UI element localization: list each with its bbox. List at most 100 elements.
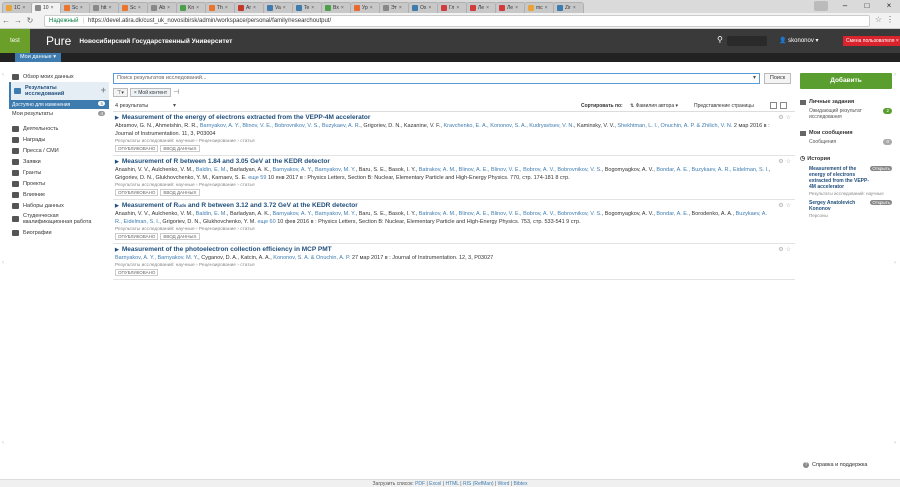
open-button[interactable]: Открыть: [870, 166, 892, 171]
browser-tab[interactable]: htt ×: [89, 2, 120, 13]
browser-tab[interactable]: Bx ×: [321, 2, 352, 13]
export-pdf-link[interactable]: PDF: [415, 481, 425, 487]
gear-icon[interactable]: ⚙: [778, 203, 785, 209]
tab-close-icon[interactable]: ×: [283, 5, 286, 11]
tab-close-icon[interactable]: ×: [80, 5, 83, 11]
grid-view-icon[interactable]: [780, 102, 787, 109]
export-html-link[interactable]: HTML: [445, 481, 458, 487]
research-search-input[interactable]: Поиск результатов исследований... ▾: [113, 73, 760, 84]
browser-profile-button[interactable]: [814, 1, 828, 11]
tab-close-icon[interactable]: ×: [311, 5, 314, 11]
list-view-icon[interactable]: [770, 102, 777, 109]
left-arrow-icon[interactable]: ‹: [2, 440, 4, 446]
sidebar-item-datasets[interactable]: Наборы данных: [9, 200, 109, 211]
tab-close-icon[interactable]: ×: [167, 5, 170, 11]
result-title[interactable]: ▶ Measurement of the photoelectron collec…: [115, 246, 771, 253]
tab-close-icon[interactable]: ×: [22, 5, 25, 11]
favorite-star-icon[interactable]: ☆: [786, 159, 793, 165]
author-link[interactable]: Kononov, S. A. & Onuchin, A. P.: [273, 255, 350, 261]
bookmark-star-icon[interactable]: ☆: [875, 15, 882, 24]
browser-tab[interactable]: Гл ×: [437, 2, 468, 13]
tab-close-icon[interactable]: ×: [341, 5, 344, 11]
address-bar[interactable]: Надежный | https://devel.atira.dk/cust_u…: [44, 15, 870, 27]
header-search-input[interactable]: [727, 36, 767, 46]
add-new-button[interactable]: Добавить: [800, 73, 892, 89]
author-link[interactable]: еще 59: [248, 175, 266, 181]
sidebar-item-impact[interactable]: Влияние: [9, 189, 109, 200]
minimize-button[interactable]: –: [834, 0, 856, 13]
search-button[interactable]: Поиск: [764, 73, 791, 84]
export-ris-link[interactable]: RIS (RefMan): [463, 481, 494, 487]
sidebar-item-overview[interactable]: Обзор моих данных: [9, 71, 109, 82]
sidebar-item-projects[interactable]: Проекты: [9, 178, 109, 189]
my-content-filter-chip[interactable]: × Мой контент: [129, 87, 172, 97]
browser-tab[interactable]: Эт ×: [379, 2, 410, 13]
tab-close-icon[interactable]: ×: [428, 5, 431, 11]
browser-tab[interactable]: Ох ×: [408, 2, 439, 13]
sidebar-item-applications[interactable]: Заявки: [9, 156, 109, 167]
expand-icon[interactable]: ▶: [115, 203, 119, 209]
sidebar-item-my-results[interactable]: Мои результаты 4: [9, 109, 109, 119]
task-row[interactable]: Ожидающий результат исследования 2: [800, 108, 892, 120]
browser-tab[interactable]: Te ×: [292, 2, 323, 13]
browser-menu-icon[interactable]: ⋮: [886, 15, 894, 24]
help-support-link[interactable]: ? Справка и поддержка: [803, 462, 867, 468]
browser-tab[interactable]: Kn ×: [176, 2, 207, 13]
author-link[interactable]: Bondar, A. E.: [656, 211, 688, 217]
result-title[interactable]: ▶ Measurement of the energy of electrons …: [115, 114, 771, 121]
search-icon[interactable]: ⚲: [717, 35, 723, 44]
result-title[interactable]: ▶ Measurement of Ruds and R between 3.12 …: [115, 202, 771, 209]
tab-close-icon[interactable]: ×: [399, 5, 402, 11]
right-arrow-icon[interactable]: ›: [894, 72, 896, 78]
tab-close-icon[interactable]: ×: [545, 5, 548, 11]
export-word-link[interactable]: Word: [498, 481, 510, 487]
tab-close-icon[interactable]: ×: [109, 5, 112, 11]
sidebar-item-research-output[interactable]: Результаты исследований +: [9, 82, 109, 100]
author-link[interactable]: Shekhtman, L. I., Onuchin, A. P. & Zhili…: [617, 123, 732, 129]
sidebar-item-activities[interactable]: Деятельность: [9, 123, 109, 134]
sidebar-item-student-theses[interactable]: Студенческая квалификационная работа: [9, 211, 109, 227]
author-link[interactable]: Barnyakov, A. Y., Barnyakov, M. Y.: [115, 255, 198, 261]
add-research-icon[interactable]: +: [101, 85, 106, 95]
author-link[interactable]: Barnyakov, A. Y., Blinov, V. E., Bobrovn…: [200, 123, 360, 129]
author-link[interactable]: Baldin, E. M.: [196, 211, 227, 217]
filter-button[interactable]: ⊤▾: [113, 87, 128, 97]
tab-close-icon[interactable]: ×: [253, 5, 256, 11]
author-link[interactable]: еще 60: [257, 219, 275, 225]
browser-tab[interactable]: Ar ×: [234, 2, 265, 13]
browser-tab[interactable]: Va ×: [263, 2, 294, 13]
gear-icon[interactable]: ⚙: [778, 247, 785, 253]
right-arrow-icon[interactable]: ›: [894, 440, 896, 446]
author-link[interactable]: Baldin, E. M.: [196, 167, 227, 173]
expand-icon[interactable]: ▶: [115, 247, 119, 253]
tab-close-icon[interactable]: ×: [51, 5, 54, 11]
tab-close-icon[interactable]: ×: [196, 5, 199, 11]
browser-tab[interactable]: 10 ×: [31, 2, 62, 13]
browser-tab[interactable]: 1C ×: [2, 2, 33, 13]
forward-icon[interactable]: →: [12, 16, 24, 25]
author-link[interactable]: Batrakov, A. M., Blinov, A. E., Blinov, …: [419, 211, 602, 217]
browser-tab[interactable]: Zir ×: [553, 2, 584, 13]
sidebar-item-grants[interactable]: Гранты: [9, 167, 109, 178]
history-item[interactable]: Measurement of the energy of electrons e…: [800, 166, 892, 196]
browser-tab[interactable]: Th ×: [205, 2, 236, 13]
change-user-button[interactable]: Смена пользователя ×: [843, 36, 900, 46]
sort-dropdown[interactable]: ⇅ Фамилия автора ▾: [630, 103, 678, 109]
tab-close-icon[interactable]: ×: [138, 5, 141, 11]
user-menu[interactable]: 👤 skononov ▾: [779, 37, 819, 44]
open-button[interactable]: Открыть: [870, 200, 892, 205]
close-window-button[interactable]: ×: [878, 0, 900, 13]
browser-tab[interactable]: Ab ×: [147, 2, 178, 13]
author-link[interactable]: Barnyakov, A. Y., Barnyakov, M. Y.: [272, 167, 355, 173]
author-link[interactable]: Kravchenko, E. A., Kononov, S. A., Kudry…: [443, 123, 573, 129]
tab-close-icon[interactable]: ×: [515, 5, 518, 11]
browser-tab[interactable]: Ле ×: [495, 2, 526, 13]
messages-row[interactable]: Сообщения 0: [800, 139, 892, 145]
chevron-down-icon[interactable]: ▾: [753, 74, 756, 83]
reload-icon[interactable]: ↻: [24, 16, 36, 25]
gear-icon[interactable]: ⚙: [778, 115, 785, 121]
tab-close-icon[interactable]: ×: [573, 5, 576, 11]
sidebar-item-press[interactable]: Пресса / СМИ: [9, 145, 109, 156]
right-arrow-icon[interactable]: ›: [894, 260, 896, 266]
sidebar-item-prizes[interactable]: Награды: [9, 134, 109, 145]
